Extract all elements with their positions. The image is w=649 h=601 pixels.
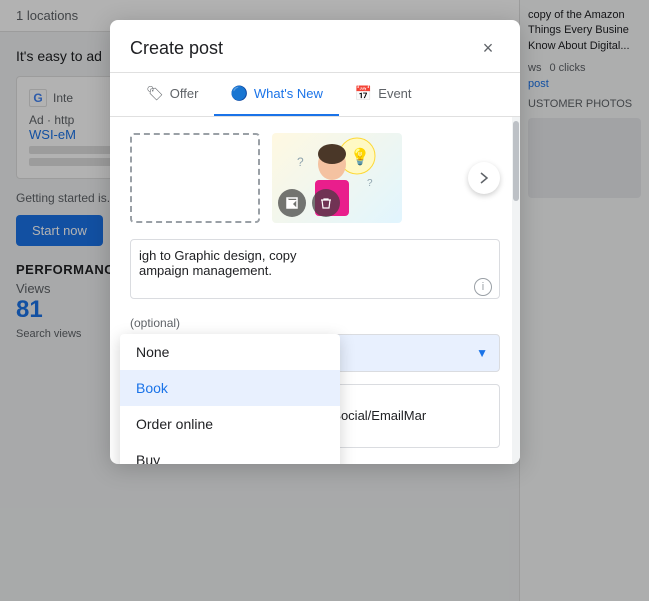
dropdown-item-order-online[interactable]: Order online [120, 406, 340, 442]
modal-title: Create post [130, 38, 223, 59]
whats-new-icon: 🔵 [230, 85, 247, 102]
tab-whats-new-label: What's New [254, 86, 323, 101]
button-optional-label: (optional) [130, 316, 500, 330]
event-icon: 📅 [355, 85, 372, 102]
svg-text:?: ? [297, 155, 304, 169]
next-image-button[interactable] [468, 162, 500, 194]
modal-body: 💡 ? ? [110, 117, 520, 464]
image-area: 💡 ? ? [130, 133, 500, 223]
dropdown-item-buy[interactable]: Buy [120, 442, 340, 464]
tab-event[interactable]: 📅 Event [339, 73, 428, 116]
chevron-right-icon [479, 171, 489, 185]
image-upload-placeholder[interactable] [130, 133, 260, 223]
button-select-wrapper: None Book Order online Buy Learn more Si… [130, 334, 500, 372]
svg-text:💡: 💡 [350, 147, 370, 166]
create-post-modal: Create post × 🏷 Offer 🔵 What's New 📅 Eve… [110, 20, 520, 464]
info-icon[interactable]: i [474, 278, 492, 296]
tab-whats-new[interactable]: 🔵 What's New [214, 73, 338, 116]
dropdown-item-book[interactable]: Book [120, 370, 340, 406]
dropdown-menu: None Book Order online Buy Learn more Si… [120, 334, 340, 464]
scrollbar-thumb [513, 121, 519, 201]
tab-event-label: Event [378, 86, 411, 101]
dropdown-item-none[interactable]: None [120, 334, 340, 370]
textarea-wrapper: igh to Graphic design, copy ampaign mana… [130, 239, 500, 304]
offer-icon: 🏷 [146, 85, 164, 102]
tab-offer[interactable]: 🏷 Offer [130, 73, 214, 116]
tabs-bar: 🏷 Offer 🔵 What's New 📅 Event [110, 73, 520, 117]
post-text-input[interactable]: igh to Graphic design, copy ampaign mana… [130, 239, 500, 299]
delete-image-button[interactable] [312, 189, 340, 217]
tab-offer-label: Offer [170, 86, 199, 101]
image-thumbnail: 💡 ? ? [272, 133, 402, 223]
image-controls [278, 189, 340, 217]
svg-text:?: ? [367, 178, 373, 189]
image-right-area: 1 / 10 [414, 171, 500, 185]
close-button[interactable]: × [476, 36, 500, 60]
crop-button[interactable] [278, 189, 306, 217]
scrollbar[interactable] [512, 117, 520, 464]
modal-header: Create post × [110, 20, 520, 73]
